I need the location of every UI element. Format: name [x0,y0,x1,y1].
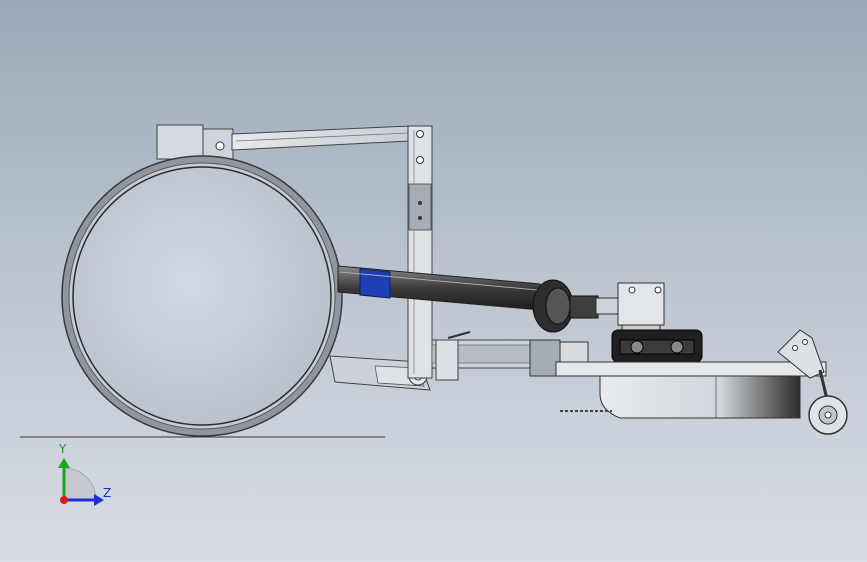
orientation-triad [58,458,104,506]
triad-xz-arc [63,467,97,501]
mower-assembly-side-view[interactable] [0,0,867,562]
top-link-arm [231,125,411,151]
triad-y-label: Y [59,442,67,456]
triad-x-origin [60,496,68,504]
mower-deck [555,361,827,419]
cad-graphics-viewport[interactable]: Y Z [0,0,867,562]
universal-joint [532,279,619,333]
pto-drive-shaft [337,265,541,311]
triad-z-label: Z [103,486,112,500]
large-wheel [61,155,343,437]
top-mount-bracket [156,124,234,160]
belt-drive-housing [611,329,703,363]
vertical-mast [407,125,433,379]
